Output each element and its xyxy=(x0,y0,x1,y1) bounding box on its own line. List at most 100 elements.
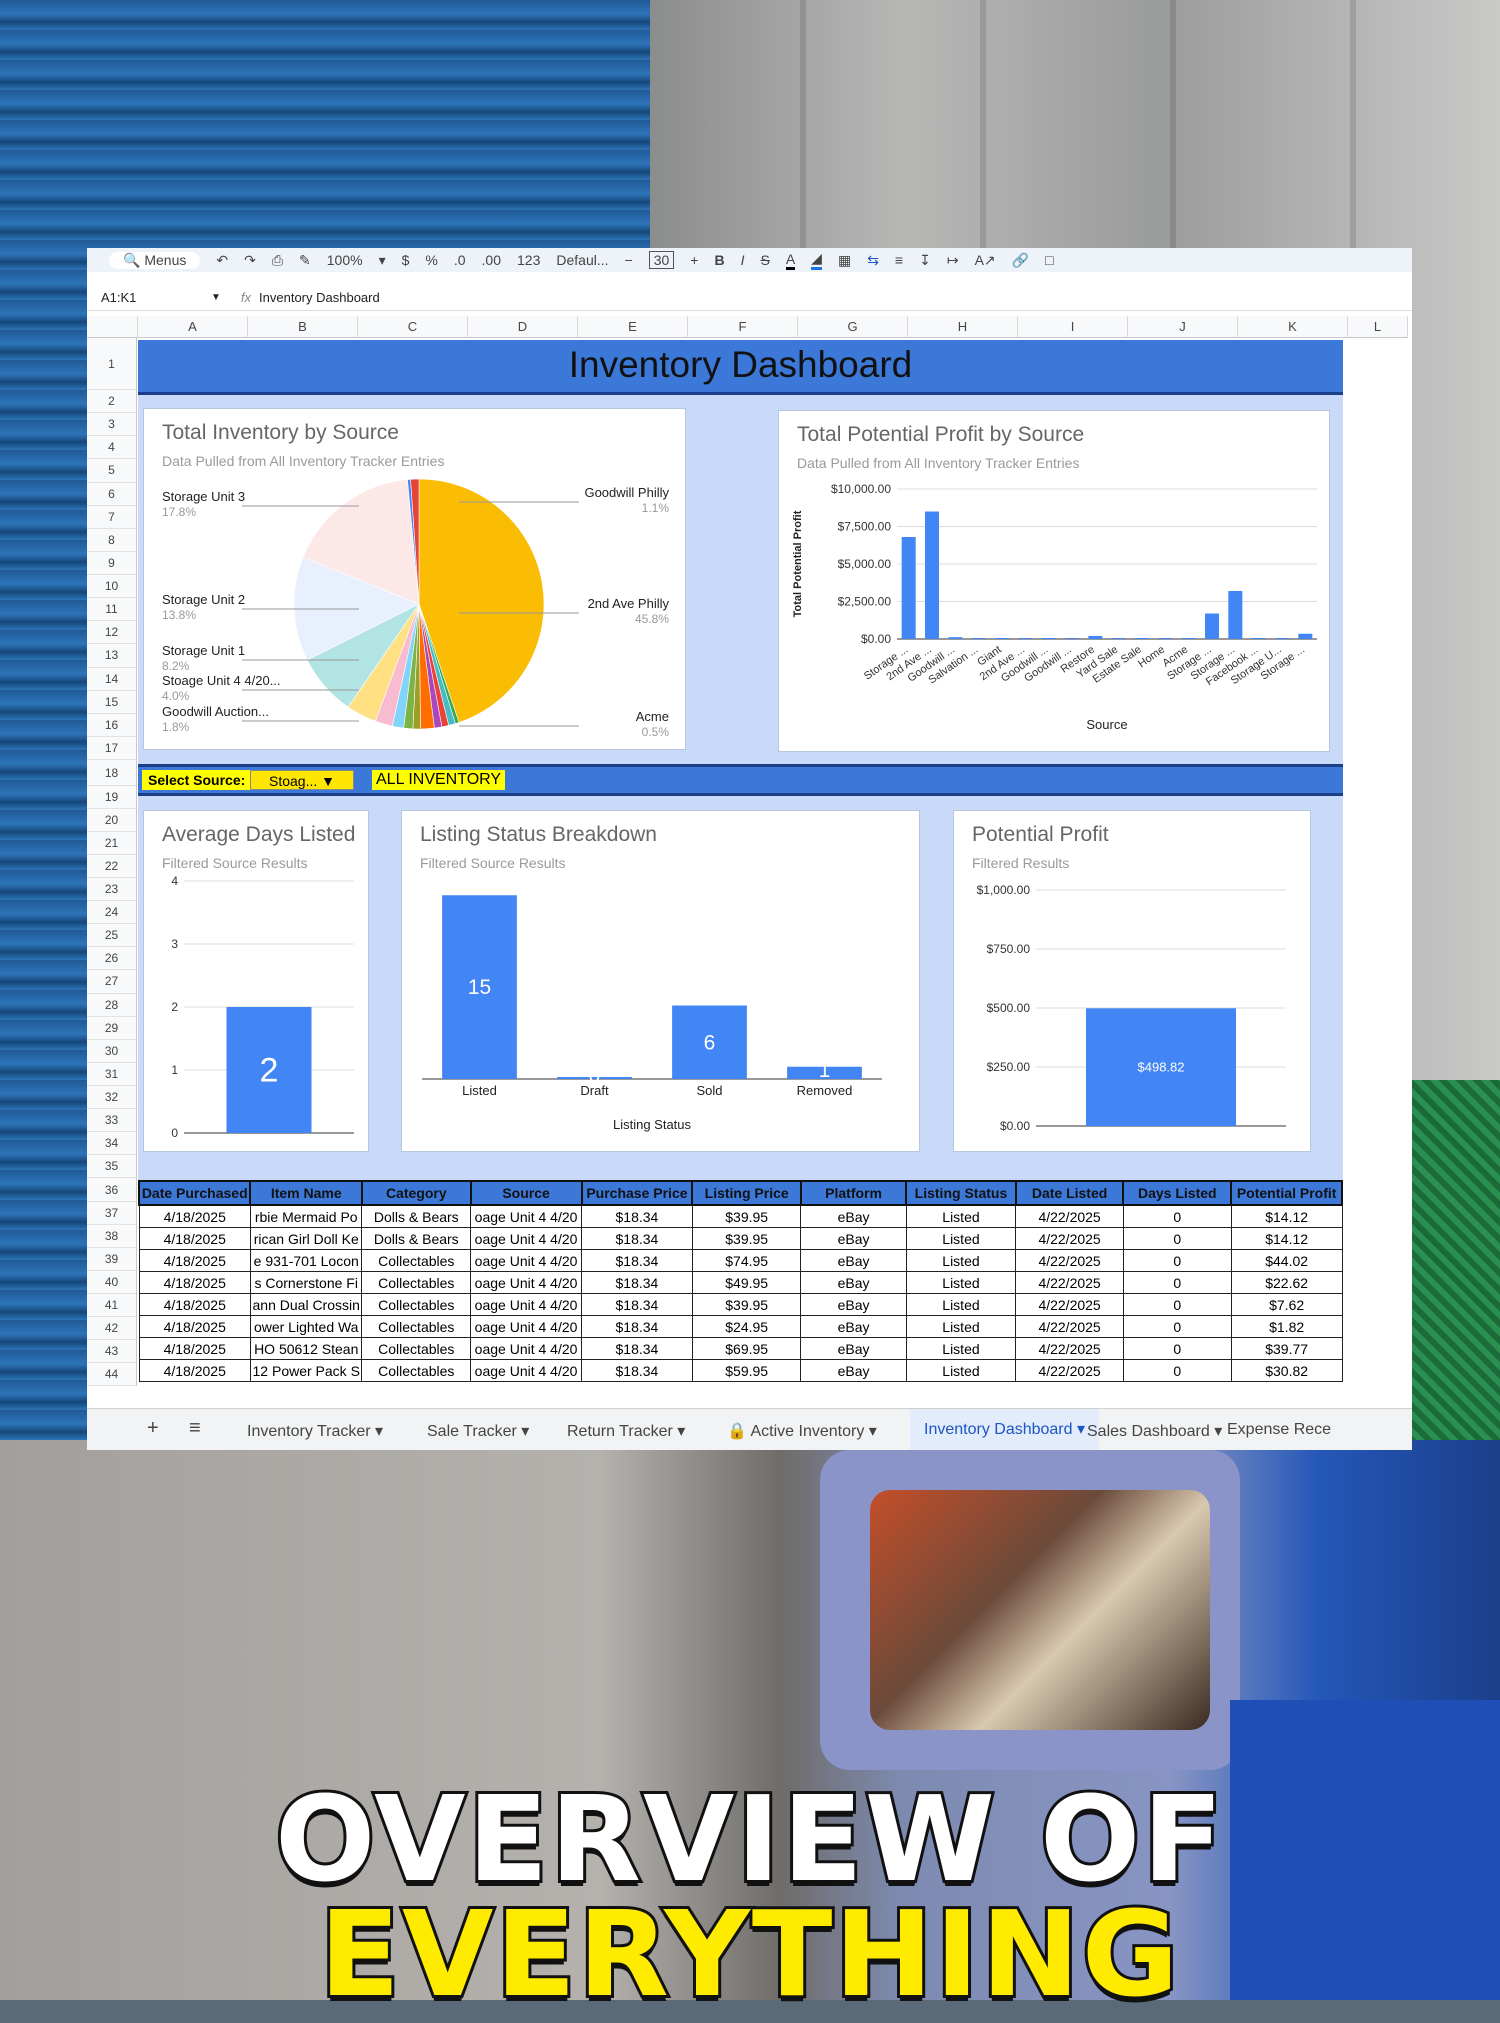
table-cell[interactable]: eBay xyxy=(800,1293,907,1316)
table-cell[interactable]: Listed xyxy=(905,1359,1017,1382)
column-header[interactable]: E xyxy=(578,316,688,338)
table-cell[interactable]: $14.12 xyxy=(1230,1227,1343,1250)
table-cell[interactable]: 4/22/2025 xyxy=(1015,1227,1124,1250)
name-box[interactable]: A1:K1 xyxy=(87,290,211,305)
all-sheets-button[interactable]: ≡ xyxy=(189,1417,201,1440)
table-header-cell[interactable]: Platform xyxy=(799,1180,908,1206)
row-header[interactable]: 9 xyxy=(87,551,137,575)
table-row[interactable]: 4/18/2025 ower Lighted Wa Collectables oage… xyxy=(138,1315,1343,1338)
table-cell[interactable]: oage Unit 4 4/20 xyxy=(470,1227,583,1250)
row-header[interactable]: 24 xyxy=(87,901,137,925)
column-header[interactable]: L xyxy=(1348,316,1408,338)
table-row[interactable]: 4/18/2025 12 Power Pack S Collectables oage… xyxy=(138,1359,1343,1382)
profit-by-source-card[interactable]: Total Potential Profit by Source Data Pu… xyxy=(778,410,1330,752)
row-header[interactable]: 15 xyxy=(87,690,137,714)
table-cell[interactable]: 0 xyxy=(1122,1359,1232,1382)
table-cell[interactable]: oage Unit 4 4/20 xyxy=(470,1204,583,1228)
table-cell[interactable]: oage Unit 4 4/20 xyxy=(470,1293,583,1316)
table-cell[interactable]: $24.95 xyxy=(691,1315,802,1338)
row-header[interactable]: 8 xyxy=(87,528,137,552)
table-cell[interactable]: 4/18/2025 xyxy=(138,1337,251,1360)
comment-icon[interactable]: □ xyxy=(1045,252,1053,268)
table-cell[interactable]: 4/18/2025 xyxy=(138,1293,251,1316)
table-cell[interactable]: Collectables xyxy=(361,1271,472,1294)
row-header[interactable]: 44 xyxy=(87,1363,137,1386)
table-cell[interactable]: rican Girl Doll Ke xyxy=(249,1227,363,1250)
wrap-icon[interactable]: ↦ xyxy=(947,252,959,269)
table-header-cell[interactable]: Category xyxy=(360,1180,472,1206)
column-header[interactable]: H xyxy=(908,316,1018,338)
table-cell[interactable]: Listed xyxy=(905,1227,1017,1250)
table-cell[interactable]: oage Unit 4 4/20 xyxy=(470,1249,583,1272)
decrease-decimal-button[interactable]: .0 xyxy=(454,252,466,268)
source-dropdown[interactable]: Stoag... ▼ xyxy=(250,770,354,790)
table-cell[interactable]: Dolls & Bears xyxy=(361,1227,472,1250)
link-icon[interactable]: 🔗 xyxy=(1012,252,1029,269)
table-cell[interactable]: Listed xyxy=(905,1315,1017,1338)
table-cell[interactable]: Collectables xyxy=(361,1249,472,1272)
formula-input[interactable]: Inventory Dashboard xyxy=(259,290,380,305)
column-header[interactable]: C xyxy=(358,316,468,338)
table-cell[interactable]: $18.34 xyxy=(581,1359,693,1382)
select-all-corner[interactable] xyxy=(87,316,138,338)
table-cell[interactable]: 4/18/2025 xyxy=(138,1271,251,1294)
table-cell[interactable]: eBay xyxy=(800,1271,907,1294)
tab-return-tracker[interactable]: Return Tracker ▾ xyxy=(567,1421,685,1441)
row-header[interactable]: 20 xyxy=(87,809,137,833)
table-cell[interactable]: eBay xyxy=(800,1227,907,1250)
table-cell[interactable]: Listed xyxy=(905,1204,1017,1228)
font-select[interactable]: Defaul... xyxy=(556,252,608,268)
column-header[interactable]: I xyxy=(1018,316,1128,338)
row-header[interactable]: 11 xyxy=(87,598,137,622)
table-row[interactable]: 4/18/2025 rbie Mermaid Po Dolls & Bears oag… xyxy=(138,1204,1343,1228)
row-header[interactable]: 28 xyxy=(87,993,137,1017)
table-cell[interactable]: $18.34 xyxy=(581,1271,693,1294)
row-header[interactable]: 37 xyxy=(87,1202,137,1225)
listing-status-chart[interactable]: 15Listed0Draft6Sold1RemovedListing Statu… xyxy=(402,811,919,1151)
table-header-cell[interactable]: Days Listed xyxy=(1122,1180,1233,1206)
table-cell[interactable]: eBay xyxy=(800,1249,907,1272)
font-size-input[interactable]: 30 xyxy=(648,251,675,269)
column-header[interactable]: B xyxy=(248,316,358,338)
table-cell[interactable]: $18.34 xyxy=(581,1293,693,1316)
row-header[interactable]: 10 xyxy=(87,575,137,599)
table-cell[interactable]: $74.95 xyxy=(691,1249,802,1272)
currency-button[interactable]: $ xyxy=(402,252,410,268)
table-cell[interactable]: $14.12 xyxy=(1230,1204,1343,1228)
table-cell[interactable]: $44.02 xyxy=(1230,1249,1343,1272)
table-cell[interactable]: e 931-701 Locon xyxy=(249,1249,363,1272)
table-cell[interactable]: 4/22/2025 xyxy=(1015,1337,1124,1360)
menus-button[interactable]: 🔍 Menus xyxy=(109,251,201,269)
row-header[interactable]: 36 xyxy=(87,1178,137,1202)
row-header[interactable]: 27 xyxy=(87,970,137,994)
column-header[interactable]: G xyxy=(798,316,908,338)
row-header[interactable]: 17 xyxy=(87,736,137,760)
row-header[interactable]: 22 xyxy=(87,855,137,879)
row-header[interactable]: 2 xyxy=(87,390,137,414)
text-color-button[interactable]: A xyxy=(785,251,796,270)
table-cell[interactable]: ower Lighted Wa xyxy=(249,1315,363,1338)
table-row[interactable]: 4/18/2025 e 931-701 Locon Collectables oage… xyxy=(138,1249,1343,1272)
tab-sales-dashboard[interactable]: Sales Dashboard ▾ xyxy=(1087,1421,1222,1441)
number-format-button[interactable]: 123 xyxy=(517,252,540,268)
row-header[interactable]: 6 xyxy=(87,482,137,506)
row-header[interactable]: 3 xyxy=(87,413,137,437)
table-cell[interactable]: eBay xyxy=(800,1204,907,1228)
tab-sale-tracker[interactable]: Sale Tracker ▾ xyxy=(427,1421,529,1441)
row-header[interactable]: 35 xyxy=(87,1154,137,1178)
column-header[interactable]: A xyxy=(138,316,248,338)
table-cell[interactable]: ann Dual Crossin xyxy=(249,1293,363,1316)
table-cell[interactable]: $18.34 xyxy=(581,1227,693,1250)
print-icon[interactable]: ⎙ xyxy=(272,252,283,269)
table-header-cell[interactable]: Date Purchased xyxy=(137,1180,252,1206)
column-header[interactable]: F xyxy=(688,316,798,338)
table-cell[interactable]: 4/18/2025 xyxy=(138,1359,251,1382)
row-header[interactable]: 38 xyxy=(87,1225,137,1248)
row-header[interactable]: 26 xyxy=(87,947,137,971)
table-row[interactable]: 4/18/2025 ann Dual Crossin Collectables oag… xyxy=(138,1293,1343,1316)
increase-decimal-button[interactable]: .00 xyxy=(482,252,501,268)
profit-bar-chart[interactable]: $0.00 $2,500.00 $5,000.00 $7,500.00 $10,000.… xyxy=(779,411,1329,751)
row-header[interactable]: 34 xyxy=(87,1131,137,1155)
fill-color-icon[interactable]: ◢ xyxy=(811,250,822,270)
table-cell[interactable]: 4/18/2025 xyxy=(138,1315,251,1338)
